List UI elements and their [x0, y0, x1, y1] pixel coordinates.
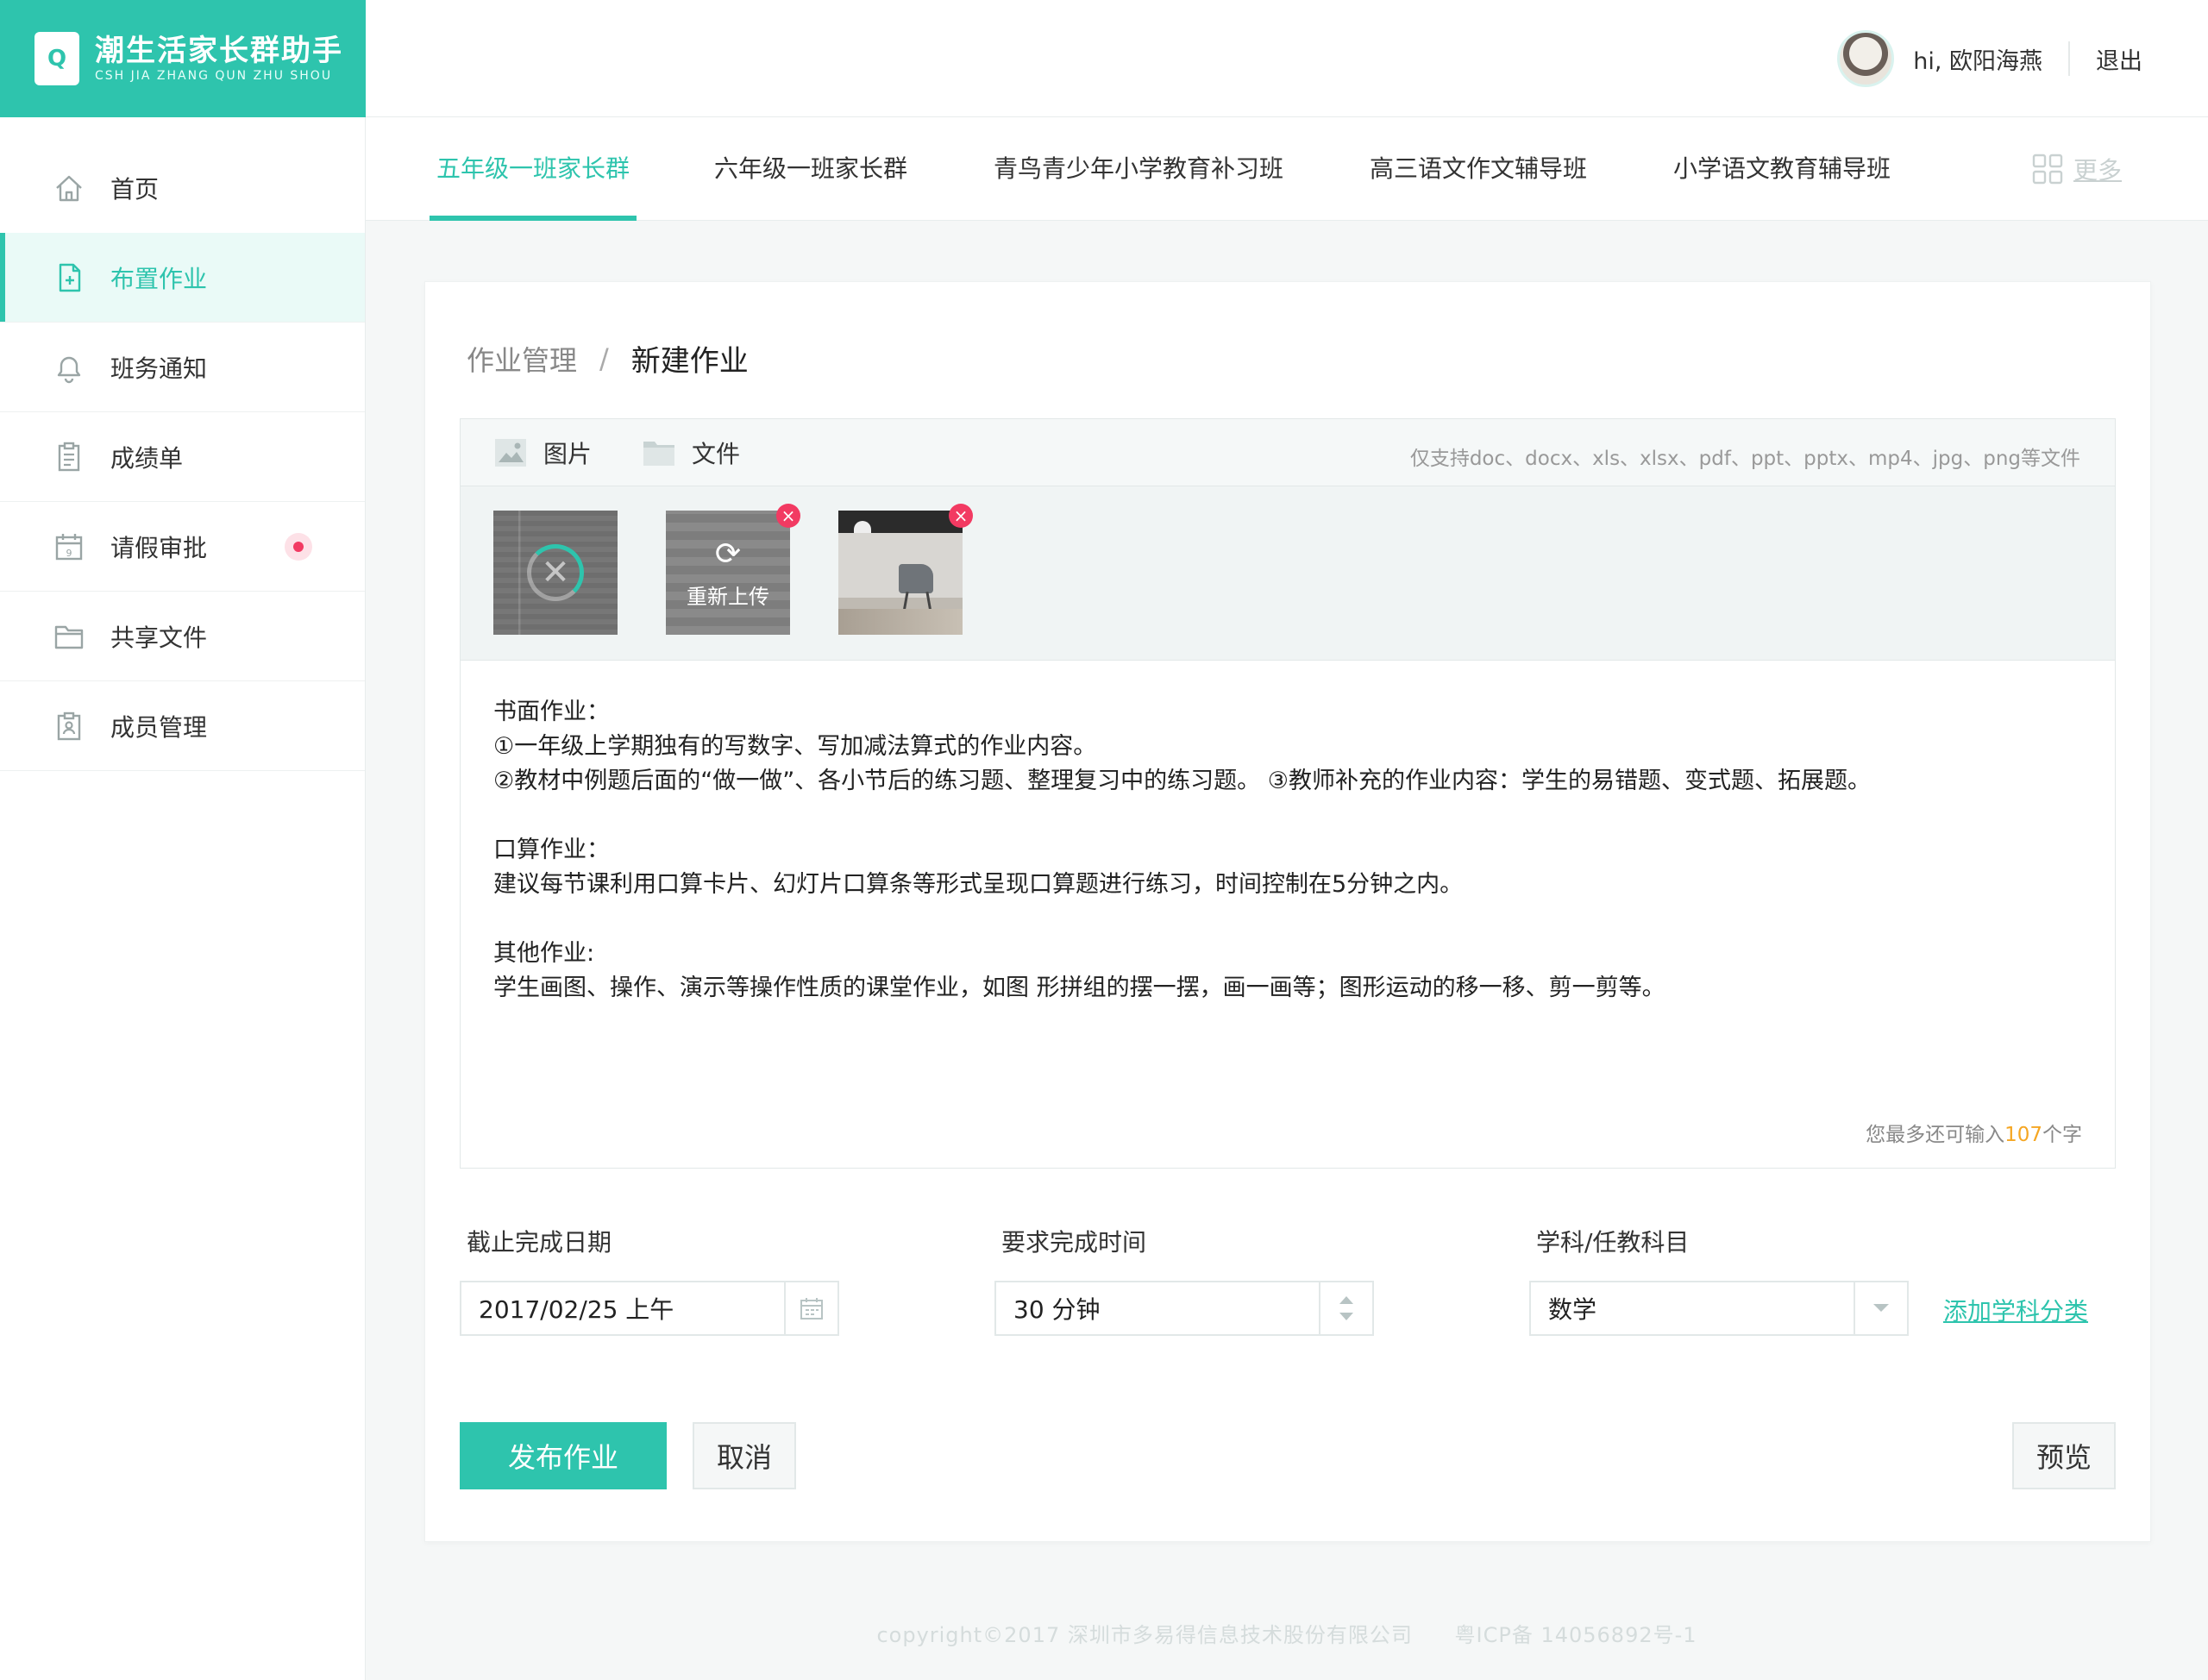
brand-name: 潮生活家长群助手	[95, 34, 343, 68]
report-icon	[50, 438, 88, 476]
sidebar-item-label: 布置作业	[110, 264, 208, 293]
photo-chair	[899, 564, 933, 593]
insert-image-button[interactable]: 图片	[493, 436, 592, 470]
grid-icon	[2032, 154, 2063, 185]
supported-formats-note: 仅支持doc、docx、xls、xlsx、pdf、ppt、pptx、mp4、jp…	[1409, 448, 2080, 470]
user-area: hi, 欧阳海燕 退出	[1837, 29, 2142, 88]
insert-file-button[interactable]: 文件	[642, 436, 740, 470]
breadcrumb-separator: /	[599, 342, 609, 375]
folder-icon	[643, 441, 675, 466]
more-label: 更多	[2073, 156, 2122, 185]
duration-value: 30 分钟	[1013, 1295, 1101, 1324]
preview-button[interactable]: 预览	[2012, 1422, 2116, 1489]
sidebar-item-label: 班务通知	[110, 354, 208, 383]
home-icon	[50, 169, 88, 207]
tab-primary-chinese[interactable]: 小学语文教育辅导班	[1673, 117, 1891, 221]
sidebar-item-report[interactable]: 成绩单	[0, 412, 365, 502]
duration-stepper[interactable]: 30 分钟	[994, 1281, 1374, 1336]
logo-mark-icon: Q	[34, 32, 79, 85]
notification-badge	[285, 533, 312, 561]
calendar-icon	[800, 1298, 823, 1320]
subject-value: 数学	[1548, 1295, 1597, 1324]
delete-attachment-button[interactable]: ×	[949, 504, 973, 528]
group-tabs: 五年级一班家长群 六年级一班家长群 青鸟青少年小学教育补习班 高三语文作文辅导班…	[366, 117, 2208, 221]
image-button-label: 图片	[543, 439, 593, 468]
stepper-arrows-icon	[1339, 1296, 1353, 1320]
tab-grade6-class1[interactable]: 六年级一班家长群	[714, 117, 907, 221]
brand-subtitle: CSH JIA ZHANG QUN ZHU SHOU	[95, 69, 333, 83]
more-tabs-button[interactable]: 更多	[2032, 152, 2122, 186]
duration-label: 要求完成时间	[1001, 1228, 1147, 1257]
subject-select[interactable]: 数学	[1529, 1281, 1909, 1336]
new-assignment-card: 作业管理 / 新建作业 图片 文件 仅支持doc、docx、xls、xlsx、p…	[424, 281, 2151, 1542]
add-subject-link[interactable]: 添加学科分类	[1943, 1293, 2088, 1327]
deadline-date-picker[interactable]: 2017/02/25 上午	[460, 1281, 839, 1336]
stepper-buttons[interactable]	[1319, 1282, 1372, 1334]
breadcrumb-parent[interactable]: 作业管理	[467, 339, 577, 379]
bell-icon	[50, 348, 88, 386]
publish-button[interactable]: 发布作业	[460, 1422, 667, 1489]
calendar-icon: 9	[50, 528, 88, 566]
sidebar-item-members[interactable]: 成员管理	[0, 681, 365, 771]
header-divider	[2068, 41, 2070, 76]
chevron-down-icon	[1873, 1304, 1889, 1312]
char-count-value: 107	[2004, 1124, 2042, 1146]
svg-text:9: 9	[66, 548, 72, 559]
attachment-failed[interactable]: ⟳ 重新上传 ×	[666, 504, 800, 635]
calendar-button[interactable]	[784, 1282, 837, 1334]
sidebar-item-label: 请假审批	[110, 533, 208, 562]
top-header: hi, 欧阳海燕 退出	[366, 0, 2208, 117]
sidebar-item-assignment[interactable]: 布置作业	[0, 233, 365, 323]
sidebar-item-notice[interactable]: 班务通知	[0, 323, 365, 412]
subject-dropdown-button[interactable]	[1854, 1282, 1907, 1334]
attachment-list: ✕ ⟳ 重新上传 × ×	[461, 486, 2115, 661]
cancel-button[interactable]: 取消	[693, 1422, 796, 1489]
tab-senior3-composition[interactable]: 高三语文作文辅导班	[1370, 117, 1587, 221]
attachment-image[interactable]: ×	[838, 504, 973, 635]
deadline-value: 2017/02/25 上午	[479, 1295, 674, 1324]
logout-button[interactable]: 退出	[2096, 42, 2142, 76]
page-title: 新建作业	[630, 344, 749, 379]
image-icon	[495, 438, 526, 467]
assignment-editor: 图片 文件 仅支持doc、docx、xls、xlsx、pdf、ppt、pptx、…	[460, 418, 2116, 1169]
members-icon	[50, 707, 88, 745]
photo-lamp	[854, 521, 871, 533]
photo-floor	[838, 609, 963, 635]
char-count: 您最多还可输入107个字	[1866, 1118, 2082, 1147]
char-count-prefix: 您最多还可输入	[1866, 1124, 2005, 1146]
reupload-label[interactable]: 重新上传	[666, 580, 790, 610]
sidebar-item-files[interactable]: 共享文件	[0, 592, 365, 681]
breadcrumb: 作业管理 / 新建作业	[467, 337, 749, 379]
avatar[interactable]	[1837, 30, 1895, 87]
footer-icp: 粤ICP备 14056892号-1	[1454, 1623, 1697, 1647]
assignment-content-textarea[interactable]: 书面作业： ①一年级上学期独有的写数字、写加减法算式的作业内容。 ②教材中例题后…	[493, 695, 2080, 1006]
brand-logo[interactable]: Q 潮生活家长群助手 CSH JIA ZHANG QUN ZHU SHOU	[0, 0, 366, 117]
sidebar-item-label: 首页	[110, 175, 160, 204]
sidebar-item-label: 共享文件	[110, 623, 208, 652]
sidebar-item-label: 成绩单	[110, 443, 184, 473]
reload-icon: ⟳	[714, 536, 742, 572]
attachment-uploading[interactable]: ✕	[493, 511, 618, 635]
delete-attachment-button[interactable]: ×	[776, 504, 800, 528]
user-greeting: hi, 欧阳海燕	[1913, 47, 2042, 75]
footer-copyright: copyright©2017 深圳市多易得信息技术股份有限公司	[876, 1623, 1413, 1647]
tab-grade5-class1[interactable]: 五年级一班家长群	[429, 117, 637, 221]
assignment-icon	[50, 259, 88, 297]
subject-label: 学科/任教科目	[1536, 1228, 1690, 1257]
tab-qingniao-tutoring[interactable]: 青鸟青少年小学教育补习班	[994, 117, 1283, 221]
deadline-label: 截止完成日期	[467, 1228, 612, 1257]
editor-toolbar: 图片 文件 仅支持doc、docx、xls、xlsx、pdf、ppt、pptx、…	[461, 419, 2115, 486]
sidebar-item-home[interactable]: 首页	[0, 143, 365, 233]
sidebar-item-label: 成员管理	[110, 712, 208, 742]
folder-icon	[50, 617, 88, 655]
file-button-label: 文件	[692, 439, 741, 468]
char-count-suffix: 个字	[2042, 1124, 2082, 1146]
sidebar: 首页 布置作业 班务通知 成绩单 9 请假审批 共享文件 成员管理	[0, 117, 366, 1680]
sidebar-item-leave[interactable]: 9 请假审批	[0, 502, 365, 592]
cancel-upload-icon[interactable]: ✕	[493, 511, 618, 635]
footer: copyright©2017 深圳市多易得信息技术股份有限公司 粤ICP备 14…	[366, 1618, 2208, 1648]
